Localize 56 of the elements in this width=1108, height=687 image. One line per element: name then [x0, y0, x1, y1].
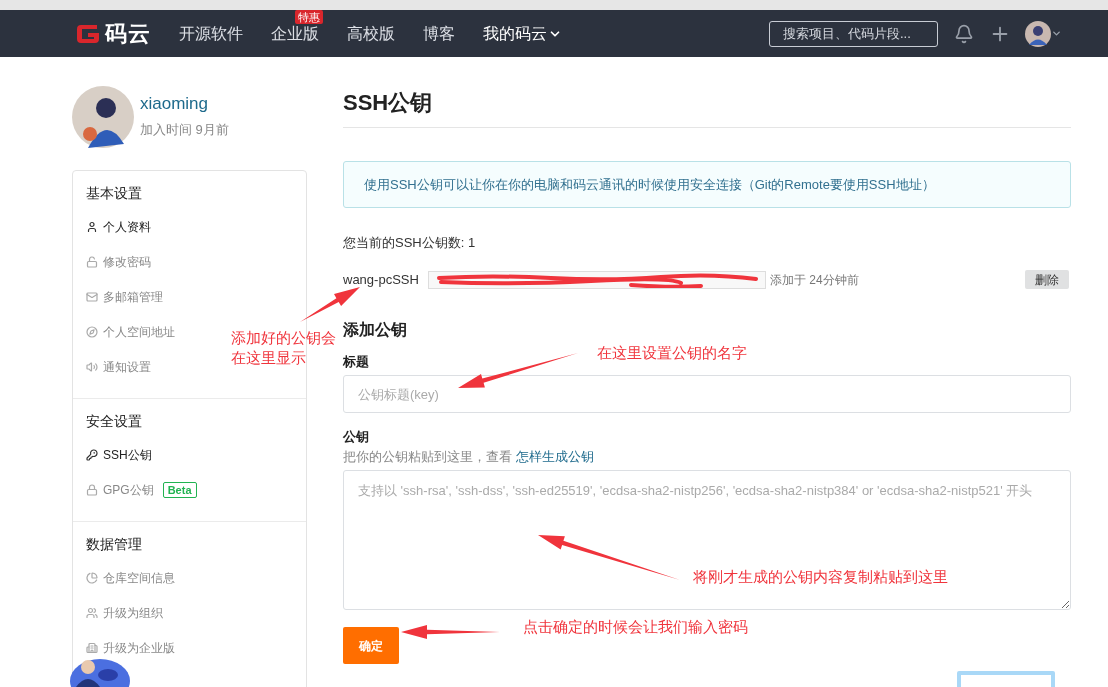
field-label: 公钥 — [343, 428, 369, 446]
search-field[interactable]: 搜索项目、代码片段... — [769, 20, 938, 47]
annotation-text: 在这里设置公钥的名字 — [597, 343, 747, 363]
join-time: 加入时间 9月前 — [140, 121, 229, 140]
section-title: 添加公钥 — [343, 319, 408, 340]
key-count: 您当前的SSH公钥数: 1 — [343, 234, 477, 252]
compass-icon — [86, 325, 98, 338]
menu-group-title: 数据管理 — [86, 535, 143, 554]
nav-link[interactable]: 开源软件 — [179, 24, 243, 43]
menu-item[interactable]: 通知设置 — [86, 349, 151, 384]
menu-item[interactable]: 多邮箱管理 — [86, 279, 163, 314]
nav-link[interactable]: 高校版 — [347, 24, 395, 43]
people-icon — [86, 606, 98, 619]
annotation-text: 在这里显示 — [231, 348, 306, 368]
bell-icon[interactable] — [954, 23, 974, 44]
menu-item[interactable]: 个人资料 — [86, 209, 151, 244]
help-link[interactable]: 怎样生成公钥 — [516, 446, 594, 466]
added-time: 添加于 24分钟前 — [770, 271, 859, 289]
unlock-icon — [86, 255, 98, 268]
title-input-field[interactable]: 公钥标题(key) — [343, 375, 1071, 413]
arrow — [300, 287, 360, 322]
menu-group-title: 安全设置 — [86, 412, 143, 431]
person-icon — [86, 220, 98, 233]
nav-link[interactable]: 我的码云 — [483, 24, 547, 43]
logo-text: 码云 — [105, 20, 151, 48]
profile-avatar-icon — [72, 86, 134, 148]
menu-item[interactable]: SSH公钥 — [86, 437, 152, 472]
page-title: SSH公钥 — [343, 87, 1071, 128]
username[interactable]: xiaoming — [140, 94, 229, 115]
field-hint: 把你的公钥粘贴到这里，查看 — [343, 447, 512, 466]
lock-icon — [86, 483, 98, 496]
key-icon — [86, 448, 98, 461]
delete-button[interactable]: 删除 — [1025, 270, 1069, 289]
pie-chart-icon — [86, 571, 98, 584]
envelope-icon — [86, 290, 98, 303]
menu-item[interactable]: 仓库空间信息 — [86, 560, 175, 595]
field-label: 标题 — [343, 352, 369, 371]
beta-badge: Beta — [162, 481, 197, 498]
speaker-icon — [86, 360, 98, 373]
nav-link[interactable]: 企业版 — [271, 24, 319, 43]
menu-item[interactable]: 个人空间地址 — [86, 314, 175, 349]
menu-item[interactable]: 升级为组织 — [86, 595, 163, 630]
annotation-text: 将刚才生成的公钥内容复制粘贴到这里 — [693, 567, 948, 587]
floating-helper-icon — [70, 659, 130, 687]
menu-item[interactable]: GPG公钥 Beta — [86, 472, 197, 507]
caret-icon[interactable] — [1051, 28, 1062, 39]
nav-link[interactable]: 博客 — [423, 24, 455, 43]
info-notice: 使用SSH公钥可以让你在你的电脑和码云通讯的时候使用安全连接（Git的Remote要使用SSH地址） — [343, 161, 1071, 208]
building-icon — [86, 641, 98, 654]
menu-group-title: 基本设置 — [86, 184, 143, 203]
menu-item[interactable]: 修改密码 — [86, 244, 151, 279]
annotation-text: 添加好的公钥会 — [231, 328, 336, 348]
key-name: wang-pcSSH — [343, 270, 420, 289]
annotation-text: 点击确定的时候会让我们输入密码 — [523, 617, 748, 637]
menu-item[interactable]: 升级为企业版 — [86, 630, 175, 665]
avatar-icon[interactable] — [1025, 20, 1051, 47]
